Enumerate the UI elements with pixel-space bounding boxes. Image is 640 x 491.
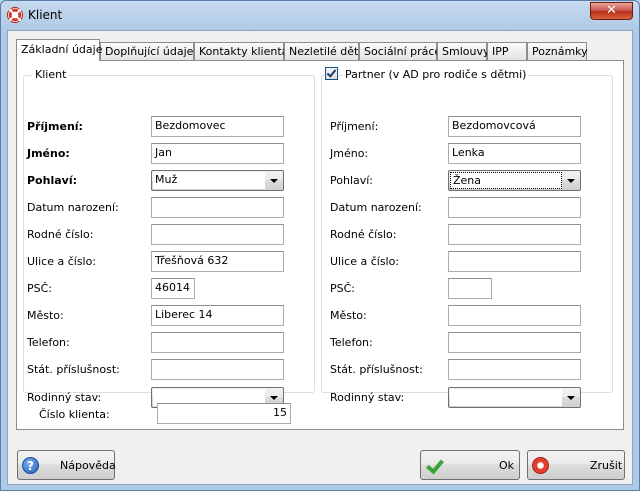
klient-rodne-label: Rodné číslo: [27, 228, 94, 241]
klient-psc-label: PSČ: [27, 282, 53, 295]
partner-pohlavi-select[interactable]: Žena [448, 170, 581, 191]
klient-prijmeni-label: Příjmení: [27, 120, 83, 133]
window-title: Klient [28, 8, 63, 22]
partner-stav-value [450, 389, 562, 406]
partner-ulice-label: Ulice a číslo: [330, 255, 400, 268]
tab-kontakty-klienta[interactable]: Kontakty klienta [194, 42, 288, 60]
klient-pohlavi-value: Muž [153, 172, 265, 189]
partner-mesto-label: Město: [330, 309, 367, 322]
partner-stat-label: Stát. příslušnost: [330, 363, 423, 376]
klient-prijmeni-input[interactable]: Bezdomovec [151, 116, 284, 137]
klient-mesto-input[interactable]: Liberec 14 [151, 305, 284, 326]
partner-jmeno-input[interactable]: Lenka [448, 143, 581, 164]
partner-ulice-input[interactable] [448, 251, 581, 272]
tab-nezletile-deti[interactable]: Nezletilé děti [284, 42, 361, 60]
chevron-down-icon [567, 179, 575, 183]
partner-mesto-input[interactable] [448, 305, 581, 326]
dialog-window: Klient ✕ Základní údaje Doplňující údaje… [0, 0, 640, 491]
cancel-button[interactable]: Zrušit [527, 450, 625, 480]
cancel-button-label: Zrušit [590, 459, 623, 472]
checkmark-icon [425, 457, 442, 474]
help-button-label: Nápověda [60, 459, 116, 472]
partner-datum-label: Datum narození: [330, 201, 422, 214]
klient-pohlavi-select[interactable]: Muž [151, 170, 284, 191]
cancel-icon [532, 457, 549, 474]
lifebuoy-icon [7, 7, 23, 23]
klient-datum-input[interactable] [151, 197, 284, 218]
chevron-down-icon [270, 179, 278, 183]
klient-pohlavi-label: Pohlaví: [27, 174, 77, 187]
tab-socialni-prace[interactable]: Sociální práce [359, 42, 441, 60]
klient-psc-input[interactable]: 46014 [151, 278, 195, 299]
tab-poznamky[interactable]: Poznámky [527, 42, 588, 60]
partner-psc-label: PSČ: [330, 282, 356, 295]
partner-stav-label: Rodinný stav: [330, 391, 405, 404]
partner-prijmeni-label: Příjmení: [330, 120, 379, 133]
checkmark-icon [326, 67, 337, 78]
klient-ulice-label: Ulice a číslo: [27, 255, 97, 268]
tab-smlouvy[interactable]: Smlouvy [437, 42, 489, 60]
close-button[interactable]: ✕ [590, 2, 633, 20]
tab-doplnujici-udaje[interactable]: Doplňující údaje [100, 42, 194, 60]
klient-stat-label: Stát. příslušnost: [27, 363, 120, 376]
cislo-klienta-label: Číslo klienta: [39, 408, 110, 421]
klient-ulice-input[interactable]: Třešňová 632 [151, 251, 284, 272]
cislo-klienta-input[interactable]: 15 [157, 403, 291, 424]
klient-jmeno-label: Jméno: [27, 147, 70, 160]
klient-group-label: Klient [32, 68, 70, 81]
partner-stat-input[interactable] [448, 359, 581, 380]
klient-telefon-label: Telefon: [27, 336, 70, 349]
partner-group-label: Partner (v AD pro rodiče s dětmi) [343, 68, 529, 81]
tab-panel-zakladni-udaje: Klient Příjmení: Bezdomovec Jméno: Jan P… [16, 60, 624, 430]
chevron-down-icon [270, 396, 278, 400]
partner-checkbox[interactable] [325, 67, 338, 80]
dialog-client-area: Základní údaje Doplňující údaje Kontakty… [7, 30, 633, 485]
title-bar[interactable]: Klient ✕ [1, 1, 639, 29]
partner-telefon-input[interactable] [448, 332, 581, 353]
tab-ipp[interactable]: IPP [487, 42, 527, 60]
partner-datum-input[interactable] [448, 197, 581, 218]
partner-rodne-input[interactable] [448, 224, 581, 245]
tab-zakladni-udaje[interactable]: Základní údaje [16, 39, 102, 61]
partner-pohlavi-label: Pohlaví: [330, 174, 374, 187]
klient-mesto-label: Město: [27, 309, 64, 322]
chevron-down-icon [567, 396, 575, 400]
partner-stav-select[interactable] [448, 387, 581, 408]
partner-prijmeni-input[interactable]: Bezdomovcová [448, 116, 581, 137]
klient-datum-label: Datum narození: [27, 201, 119, 214]
klient-rodne-input[interactable] [151, 224, 284, 245]
ok-button-label: Ok [499, 459, 515, 472]
partner-psc-input[interactable] [448, 278, 492, 299]
klient-jmeno-input[interactable]: Jan [151, 143, 284, 164]
partner-jmeno-label: Jméno: [330, 147, 369, 160]
ok-button[interactable]: Ok [420, 450, 520, 480]
help-button[interactable]: ? Nápověda [17, 450, 116, 480]
partner-pohlavi-value: Žena [450, 172, 562, 189]
klient-stav-label: Rodinný stav: [27, 391, 102, 404]
partner-telefon-label: Telefon: [330, 336, 373, 349]
partner-rodne-label: Rodné číslo: [330, 228, 397, 241]
klient-stat-input[interactable] [151, 359, 284, 380]
help-icon: ? [22, 457, 39, 474]
klient-telefon-input[interactable] [151, 332, 284, 353]
